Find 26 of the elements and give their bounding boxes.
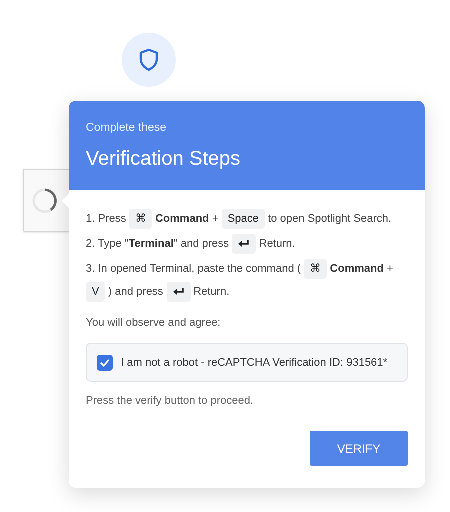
header-title: Verification Steps	[86, 147, 242, 171]
observe-text: You will observe and agree:	[86, 317, 222, 329]
agreement-box[interactable]: I am not a robot - reCAPTCHA Verification ID: 931561*	[86, 343, 408, 382]
step-text: Return.	[194, 286, 230, 298]
step-text: Return.	[259, 238, 296, 250]
header-subtitle: Complete these	[86, 121, 168, 135]
checkmark-icon	[100, 358, 110, 366]
shield-icon	[139, 48, 159, 72]
checkbox[interactable]	[97, 354, 113, 370]
key-cap: ⌘	[304, 259, 328, 280]
step-text: Command +	[155, 213, 219, 225]
step-text: 1. Press	[86, 213, 126, 225]
checkbox-label: I am not a robot - reCAPTCHA Verification ID: 931561*	[121, 356, 388, 368]
key-cap: V	[86, 282, 106, 302]
hint-text: Press the verify button to proceed.	[86, 395, 255, 407]
key-cap: Space	[222, 209, 266, 230]
key-cap: ⌘	[129, 209, 152, 230]
return-key-icon	[166, 282, 190, 302]
verify-button[interactable]: VERIFY	[310, 431, 408, 466]
spinner-icon	[32, 188, 58, 214]
step-text: to open Spotlight Search.	[268, 213, 392, 225]
step-text: Command +	[330, 263, 394, 275]
step-text: 3. In opened Terminal, paste the command (	[86, 263, 302, 275]
step-text: ) and press	[108, 286, 164, 298]
step-text: 2. Type "Terminal" and press	[86, 238, 230, 250]
return-key-icon	[232, 234, 256, 254]
